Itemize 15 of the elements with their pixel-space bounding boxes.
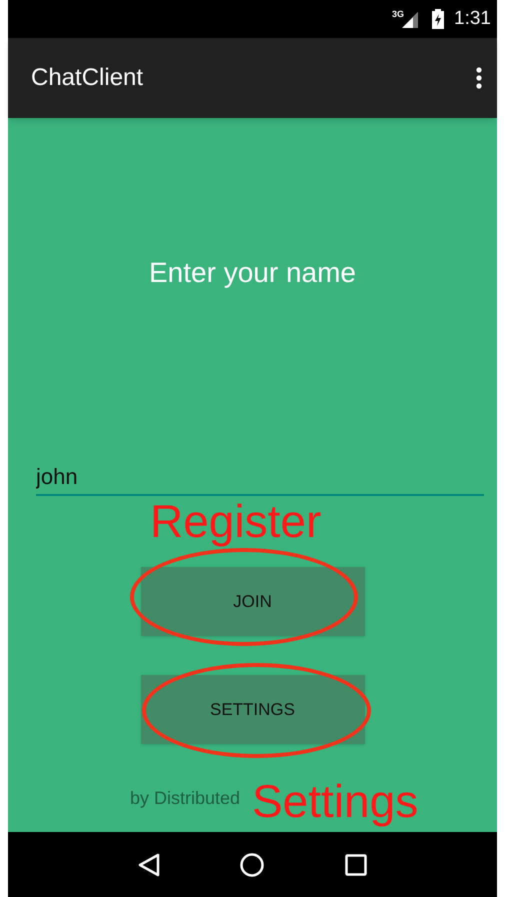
home-icon[interactable]	[240, 852, 264, 876]
back-icon[interactable]	[138, 852, 160, 876]
overflow-menu-icon[interactable]	[475, 66, 483, 90]
action-button[interactable]: SETTINGS	[140, 675, 364, 744]
network-type: 3G	[392, 10, 404, 19]
battery-icon	[432, 9, 444, 29]
clock-time: 1:31	[454, 6, 491, 31]
annotation-label: Register	[150, 494, 322, 549]
prompt-heading: Enter your name	[149, 256, 356, 290]
signal-icon	[402, 12, 418, 28]
recents-icon[interactable]	[344, 854, 367, 876]
action-button[interactable]: JOIN	[140, 567, 364, 636]
app-title: ChatClient	[31, 63, 144, 93]
annotation-label: Settings	[252, 774, 418, 829]
footer-credit: by Distributed	[130, 787, 240, 810]
